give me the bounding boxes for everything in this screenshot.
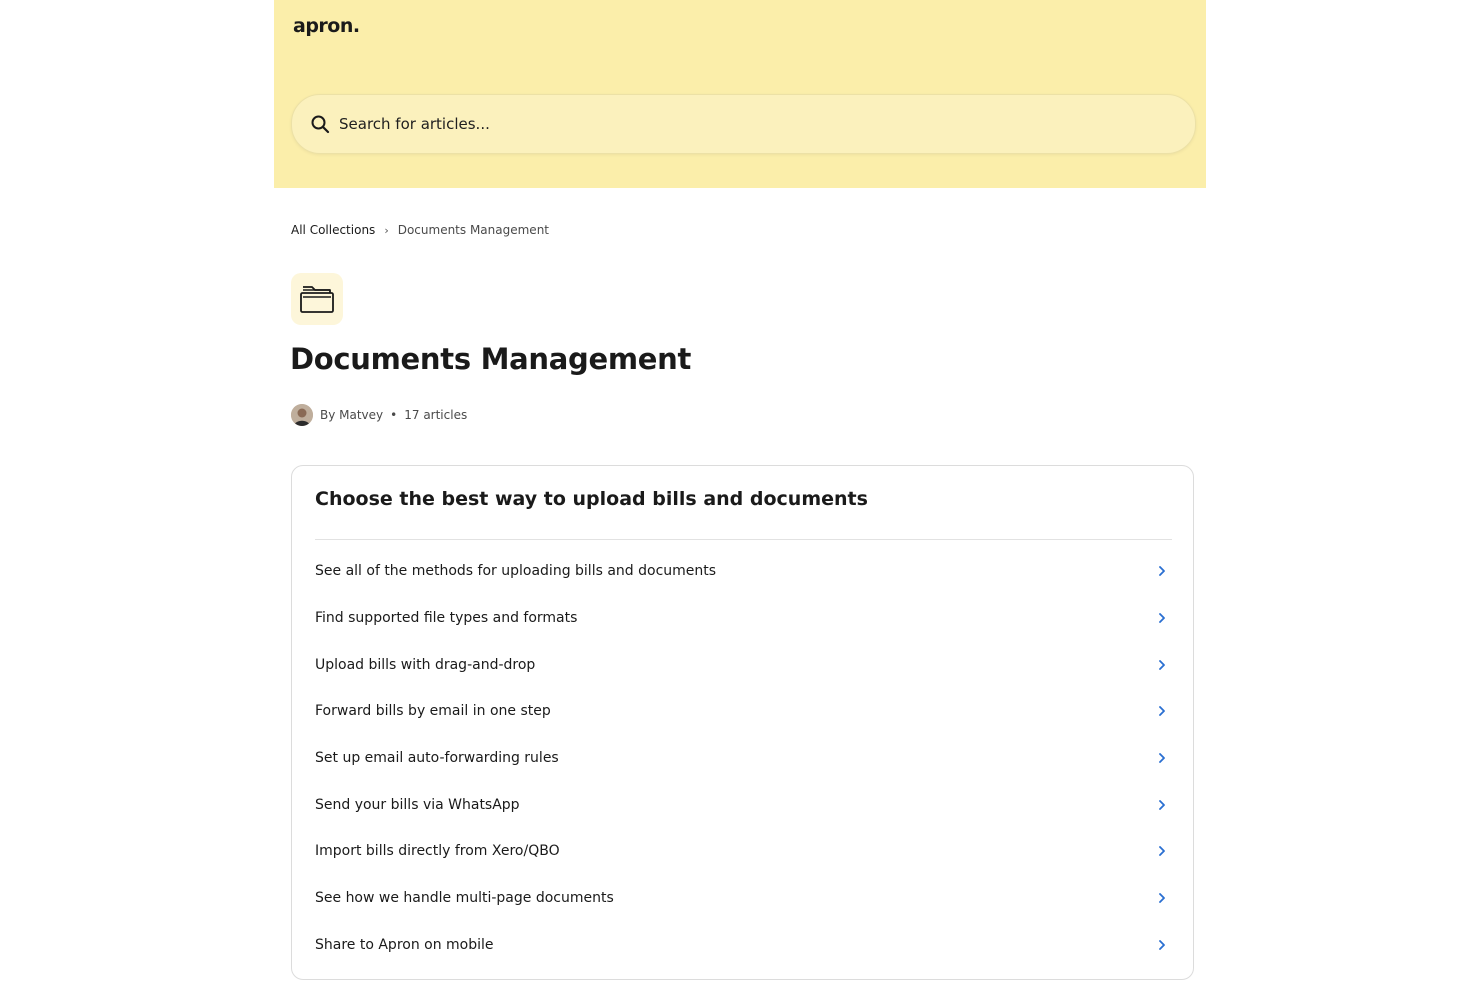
- article-title: Set up email auto-forwarding rules: [315, 750, 559, 767]
- collection-meta: By Matvey • 17 articles: [291, 404, 467, 426]
- article-title: Share to Apron on mobile: [315, 936, 494, 953]
- folder-icon: [291, 273, 343, 325]
- breadcrumb-all-collections[interactable]: All Collections: [291, 223, 375, 237]
- chevron-right-icon: [1157, 846, 1167, 857]
- article-link[interactable]: Share to Apron on mobile: [292, 922, 1193, 969]
- chevron-right-icon: [1157, 753, 1167, 763]
- article-link[interactable]: Send your bills via WhatsApp: [292, 781, 1193, 828]
- article-title: Find supported file types and formats: [315, 610, 578, 627]
- search-icon: [309, 113, 331, 135]
- search-bar[interactable]: [291, 94, 1196, 154]
- meta-separator: •: [390, 408, 398, 422]
- breadcrumb-separator: ›: [384, 223, 389, 237]
- article-link[interactable]: Set up email auto-forwarding rules: [292, 735, 1193, 782]
- chevron-right-icon: [1157, 613, 1167, 623]
- article-title: Send your bills via WhatsApp: [315, 796, 520, 813]
- search-input[interactable]: [337, 103, 1195, 145]
- chevron-right-icon: [1157, 659, 1167, 670]
- breadcrumb-current: Documents Management: [397, 223, 550, 237]
- article-link[interactable]: Forward bills by email in one step: [292, 688, 1193, 735]
- breadcrumb: All Collections › Documents Management: [291, 223, 549, 237]
- article-title: Forward bills by email in one step: [315, 703, 551, 720]
- article-link[interactable]: See how we handle multi-page documents: [292, 875, 1193, 922]
- page-title: Documents Management: [290, 342, 692, 376]
- header: apron.: [274, 0, 1206, 188]
- article-count: 17 articles: [404, 408, 468, 422]
- apron-logo[interactable]: apron.: [293, 15, 360, 37]
- section-card: Choose the best way to upload bills and …: [291, 465, 1194, 980]
- avatar: [291, 404, 313, 426]
- chevron-right-icon: [1157, 706, 1167, 717]
- section-title: Choose the best way to upload bills and …: [315, 488, 868, 510]
- article-link[interactable]: Find supported file types and formats: [292, 595, 1193, 642]
- article-link[interactable]: See all of the methods for uploading bil…: [292, 548, 1193, 595]
- article-list: See all of the methods for uploading bil…: [292, 548, 1193, 968]
- chevron-right-icon: [1157, 939, 1167, 950]
- section-divider: [315, 539, 1172, 540]
- article-title: See all of the methods for uploading bil…: [315, 563, 717, 580]
- help-center-page: apron. All Collections › Documents Manag…: [0, 0, 1480, 987]
- chevron-right-icon: [1157, 799, 1167, 810]
- article-link[interactable]: Upload bills with drag-and-drop: [292, 641, 1193, 688]
- article-title: See how we handle multi-page documents: [315, 890, 614, 907]
- article-title: Upload bills with drag-and-drop: [315, 656, 536, 673]
- article-title: Import bills directly from Xero/QBO: [315, 843, 560, 860]
- article-link[interactable]: Import bills directly from Xero/QBO: [292, 828, 1193, 875]
- chevron-right-icon: [1157, 566, 1167, 577]
- author-name: By Matvey: [320, 408, 384, 422]
- chevron-right-icon: [1157, 893, 1167, 904]
